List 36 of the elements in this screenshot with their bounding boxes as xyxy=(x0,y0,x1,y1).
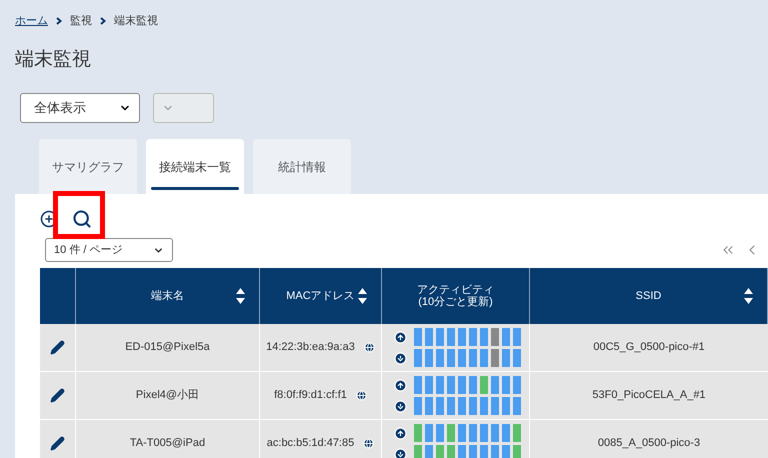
page-size-dropdown[interactable]: 10 件 / ページ xyxy=(45,238,173,262)
table-cell-text: 00C5_G_0500-pico-#1 xyxy=(592,340,706,356)
download-icon xyxy=(394,352,407,364)
breadcrumb-item: 端末監視 xyxy=(114,14,158,29)
edit-icon[interactable] xyxy=(50,436,65,451)
sort-icon[interactable] xyxy=(744,287,753,305)
table-cell-text: 0085_A_0500-pico-3 xyxy=(596,436,702,452)
tab[interactable]: 接続端末一覧 xyxy=(146,139,244,194)
table-cell-text: 14:22:3b:ea:9a:a3 xyxy=(266,340,355,356)
table-cell-text: 53F0_PicoCELA_A_#1 xyxy=(591,388,707,404)
page-title: 端末監視 xyxy=(14,48,92,72)
tab[interactable]: 統計情報 xyxy=(253,139,351,194)
breadcrumb-link[interactable]: ホーム xyxy=(15,13,48,30)
table-cell: Pixel4@小田 xyxy=(76,372,260,419)
table-cell: TA-T005@iPad xyxy=(76,420,260,458)
globe-icon[interactable] xyxy=(363,438,374,449)
globe-icon[interactable] xyxy=(356,390,367,401)
sort-icon[interactable] xyxy=(236,287,245,305)
globe-icon[interactable] xyxy=(364,342,375,353)
search-icon[interactable] xyxy=(72,208,92,228)
upload-icon xyxy=(394,378,407,392)
table-cell-text: f8:0f:f9:d1:cf:f1 xyxy=(274,388,347,404)
edit-icon[interactable] xyxy=(50,388,65,403)
dropdown[interactable]: 全体表示 xyxy=(20,93,140,123)
edit-icon[interactable] xyxy=(50,340,65,355)
upload-icon xyxy=(394,330,407,344)
download-icon xyxy=(394,400,407,412)
sort-icon[interactable] xyxy=(358,287,367,305)
breadcrumb-item: 監視 xyxy=(70,14,92,29)
upload-icon xyxy=(394,426,407,440)
chevron-icon xyxy=(100,17,106,26)
table-cell: ED-015@Pixel5a xyxy=(76,324,260,371)
chevron-icon xyxy=(56,17,62,26)
tab[interactable]: サマリグラフ xyxy=(39,139,137,194)
table-cell-text: ac:bc:b5:1d:47:85 xyxy=(266,436,354,452)
highlight-frame xyxy=(53,191,105,239)
